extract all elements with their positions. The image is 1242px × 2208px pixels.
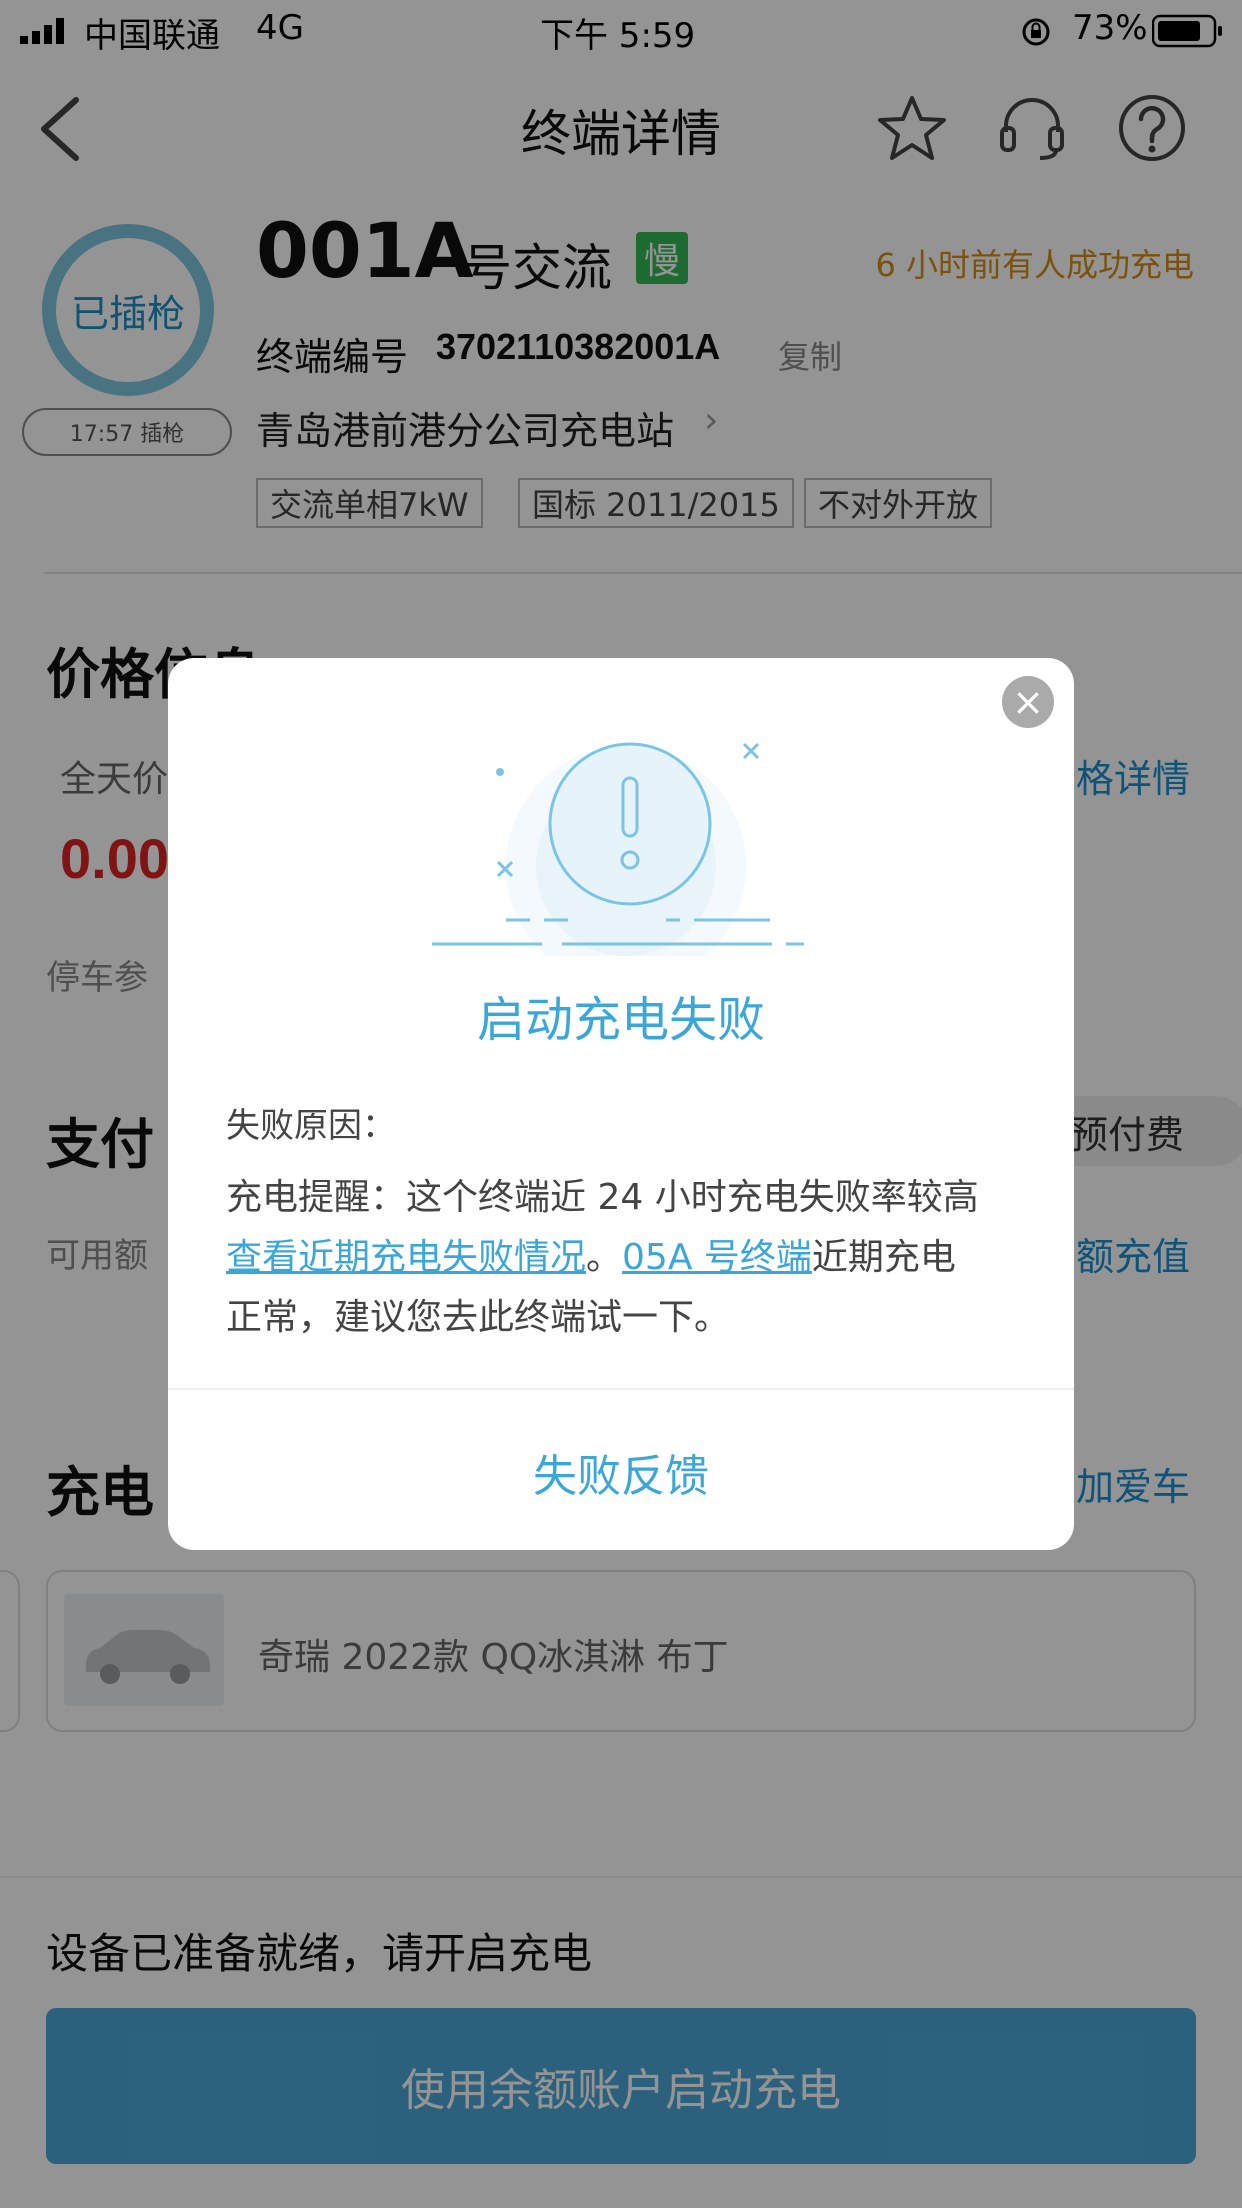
suggestion-text: 正常，建议您去此终端试一下。 xyxy=(226,1297,731,1338)
close-icon[interactable]: × xyxy=(1002,676,1054,728)
dialog-title: 启动充电失败 xyxy=(476,992,765,1048)
reminder-text: 充电提醒：这个终端近 24 小时充电失败率较高 xyxy=(226,1177,979,1218)
alt-terminal-link[interactable]: 05A 号终端 xyxy=(622,1237,812,1278)
dialog-divider xyxy=(168,1388,1074,1390)
reason-line-2: 查看近期充电失败情况。05A 号终端近期充电 xyxy=(226,1228,1046,1288)
failure-reason-label: 失败原因： xyxy=(226,1106,396,1146)
warning-illustration-icon xyxy=(432,742,804,956)
failure-feedback-button[interactable]: 失败反馈 xyxy=(168,1440,1074,1504)
alt-terminal-text: 近期充电 xyxy=(811,1237,956,1278)
failure-reason-body: 充电提醒：这个终端近 24 小时充电失败率较高 查看近期充电失败情况。05A 号… xyxy=(226,1168,1046,1348)
failure-history-link[interactable]: 查看近期充电失败情况 xyxy=(226,1237,586,1278)
period-text: 。 xyxy=(586,1237,623,1278)
